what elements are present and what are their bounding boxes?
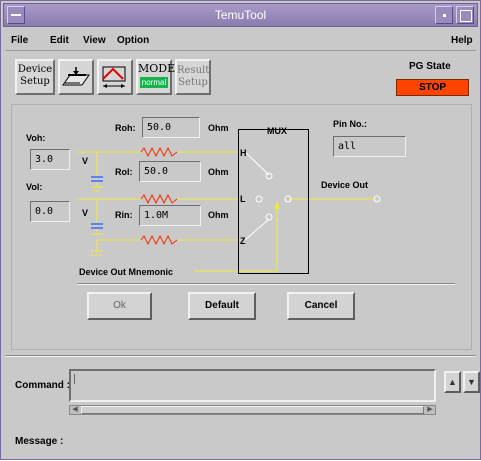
scroll-up-button[interactable]: ▲ [444,371,461,393]
voh-label: Voh: [26,133,46,143]
device-out-label: Device Out [321,180,369,190]
rin-label: Rin: [115,210,133,220]
rol-label: Rol: [115,167,133,177]
rol-input[interactable]: 50.0 [139,161,201,182]
bottom-divider [5,355,476,357]
text-caret [74,374,75,384]
roh-input[interactable]: 50.0 [142,117,200,138]
default-button[interactable]: Default [188,292,256,320]
mux-pin-l: L [240,194,246,204]
device-out-mnemonic-label: Device Out Mnemonic [79,267,174,277]
app-window: TemuTool File Edit View Option Help Devi… [0,0,481,460]
roh-unit: Ohm [208,123,229,133]
down-arrow-icon: ▼ [467,377,476,387]
vol-input[interactable]: 0.0 [30,201,70,222]
rin-unit: Ohm [208,210,229,220]
scroll-left-arrow-icon[interactable]: ◀ [70,406,80,414]
resistor-rin [140,234,178,246]
rin-input[interactable]: 1.0M [139,205,201,226]
mux-label: MUX [267,126,287,136]
command-horizontal-scrollbar[interactable]: ◀ ▶ [69,405,436,415]
scroll-right-arrow-icon[interactable]: ▶ [425,406,435,414]
message-label: Message : [15,436,64,447]
vol-unit: V [82,208,89,218]
ok-button[interactable]: Ok [87,292,152,320]
mux-block [238,129,309,274]
resistor-roh [140,146,178,158]
mux-pin-z: Z [240,236,246,246]
panel-divider [77,283,455,285]
mux-pin-h: H [240,148,247,158]
resistor-rol [140,193,178,205]
cancel-button[interactable]: Cancel [287,292,355,320]
pin-no-input[interactable]: all [333,136,406,157]
voh-unit: V [82,156,89,166]
up-arrow-icon: ▲ [448,377,457,387]
command-input[interactable] [69,369,436,402]
scrollbar-thumb[interactable] [81,406,424,414]
voh-input[interactable]: 3.0 [30,149,70,170]
roh-label: Roh: [115,123,136,133]
rol-unit: Ohm [208,167,229,177]
vol-label: Vol: [26,182,43,192]
pin-no-label: Pin No.: [333,119,367,129]
scroll-down-button[interactable]: ▼ [463,371,480,393]
command-label: Command : [15,380,70,391]
